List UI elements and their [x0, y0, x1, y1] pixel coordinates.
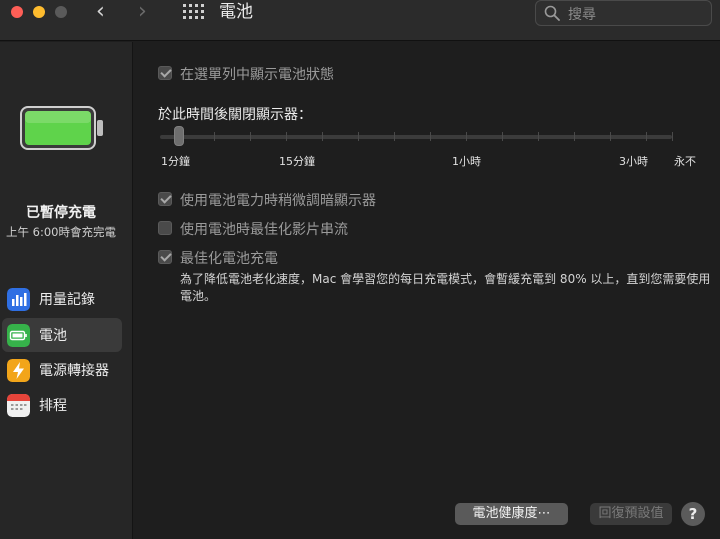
battery-status-icon — [20, 106, 103, 150]
search-placeholder: 搜尋 — [568, 7, 596, 23]
slider-tick — [466, 132, 467, 141]
display-off-slider-track[interactable] — [160, 135, 672, 139]
slider-label-1min: 1分鐘 — [161, 155, 190, 168]
sidebar-item-label: 電池 — [39, 328, 67, 344]
show-in-menubar-label: 在選單列中顯示電池狀態 — [180, 67, 334, 83]
slider-label-1hour: 1小時 — [452, 155, 481, 168]
slider-tick — [322, 132, 323, 141]
sidebar-item-usage-history[interactable]: 用量記錄 — [2, 282, 122, 316]
sidebar-item-battery[interactable]: 電池 — [2, 318, 122, 352]
slider-tick — [250, 132, 251, 141]
title-bar: ‹ › 電池 搜尋 — [0, 0, 720, 41]
slider-tick — [430, 132, 431, 141]
slider-tick — [502, 132, 503, 141]
main-panel: 在選單列中顯示電池狀態 於此時間後關閉顯示器： 1分鐘 15分鐘 1小時 3小時… — [134, 42, 720, 539]
window-title: 電池 — [219, 2, 253, 22]
forward-button[interactable]: › — [138, 0, 147, 24]
sidebar-item-schedule[interactable]: 排程 — [2, 388, 122, 422]
charging-status-title: 已暫停充電 — [26, 205, 96, 221]
help-button[interactable]: ? — [681, 502, 705, 526]
display-off-title: 於此時間後關閉顯示器： — [158, 107, 312, 123]
slider-tick — [358, 132, 359, 141]
slider-tick — [646, 132, 647, 141]
optimized-charging-label: 最佳化電池充電 — [180, 251, 278, 267]
slider-tick — [672, 132, 673, 141]
calendar-icon — [7, 394, 30, 417]
slider-tick — [286, 132, 287, 141]
slider-label-15min: 15分鐘 — [279, 155, 315, 168]
sidebar: 已暫停充電 上午 6:00時會充完電 用量記錄 電池 電源轉接器 排程 — [0, 42, 133, 539]
sidebar-item-label: 用量記錄 — [39, 292, 95, 308]
optimized-charging-checkbox[interactable] — [158, 250, 172, 264]
slider-tick — [538, 132, 539, 141]
dim-display-checkbox[interactable] — [158, 192, 172, 206]
slider-tick — [610, 132, 611, 141]
restore-defaults-button[interactable]: 回復預設值 — [590, 503, 672, 525]
usage-history-icon — [7, 288, 30, 311]
charging-status-subtitle: 上午 6:00時會充完電 — [6, 225, 116, 239]
battery-health-button[interactable]: 電池健康度⋯ — [455, 503, 568, 525]
zoom-window-button[interactable] — [55, 6, 67, 18]
slider-tick — [394, 132, 395, 141]
sidebar-item-power-adapter[interactable]: 電源轉接器 — [2, 353, 122, 387]
slider-tick — [574, 132, 575, 141]
slider-tick — [214, 132, 215, 141]
optimized-charging-description: 為了降低電池老化速度，Mac 會學習您的每日充電模式，會暫緩充電到 80% 以上… — [180, 272, 711, 303]
dim-display-label: 使用電池電力時稍微調暗顯示器 — [180, 193, 376, 209]
back-button[interactable]: ‹ — [96, 0, 105, 24]
display-off-slider-thumb[interactable] — [174, 126, 184, 146]
optimize-video-label: 使用電池時最佳化影片串流 — [180, 222, 348, 238]
optimize-video-checkbox[interactable] — [158, 221, 172, 235]
show-all-grid-icon[interactable] — [183, 4, 204, 20]
show-in-menubar-checkbox[interactable] — [158, 66, 172, 80]
slider-label-never: 永不 — [674, 155, 696, 168]
minimize-window-button[interactable] — [33, 6, 45, 18]
battery-icon — [7, 324, 30, 347]
power-adapter-icon — [7, 359, 30, 382]
search-field[interactable]: 搜尋 — [535, 0, 712, 26]
slider-label-3hour: 3小時 — [619, 155, 648, 168]
search-icon — [544, 5, 560, 21]
close-window-button[interactable] — [11, 6, 23, 18]
sidebar-item-label: 排程 — [39, 398, 67, 414]
sidebar-item-label: 電源轉接器 — [39, 363, 109, 379]
